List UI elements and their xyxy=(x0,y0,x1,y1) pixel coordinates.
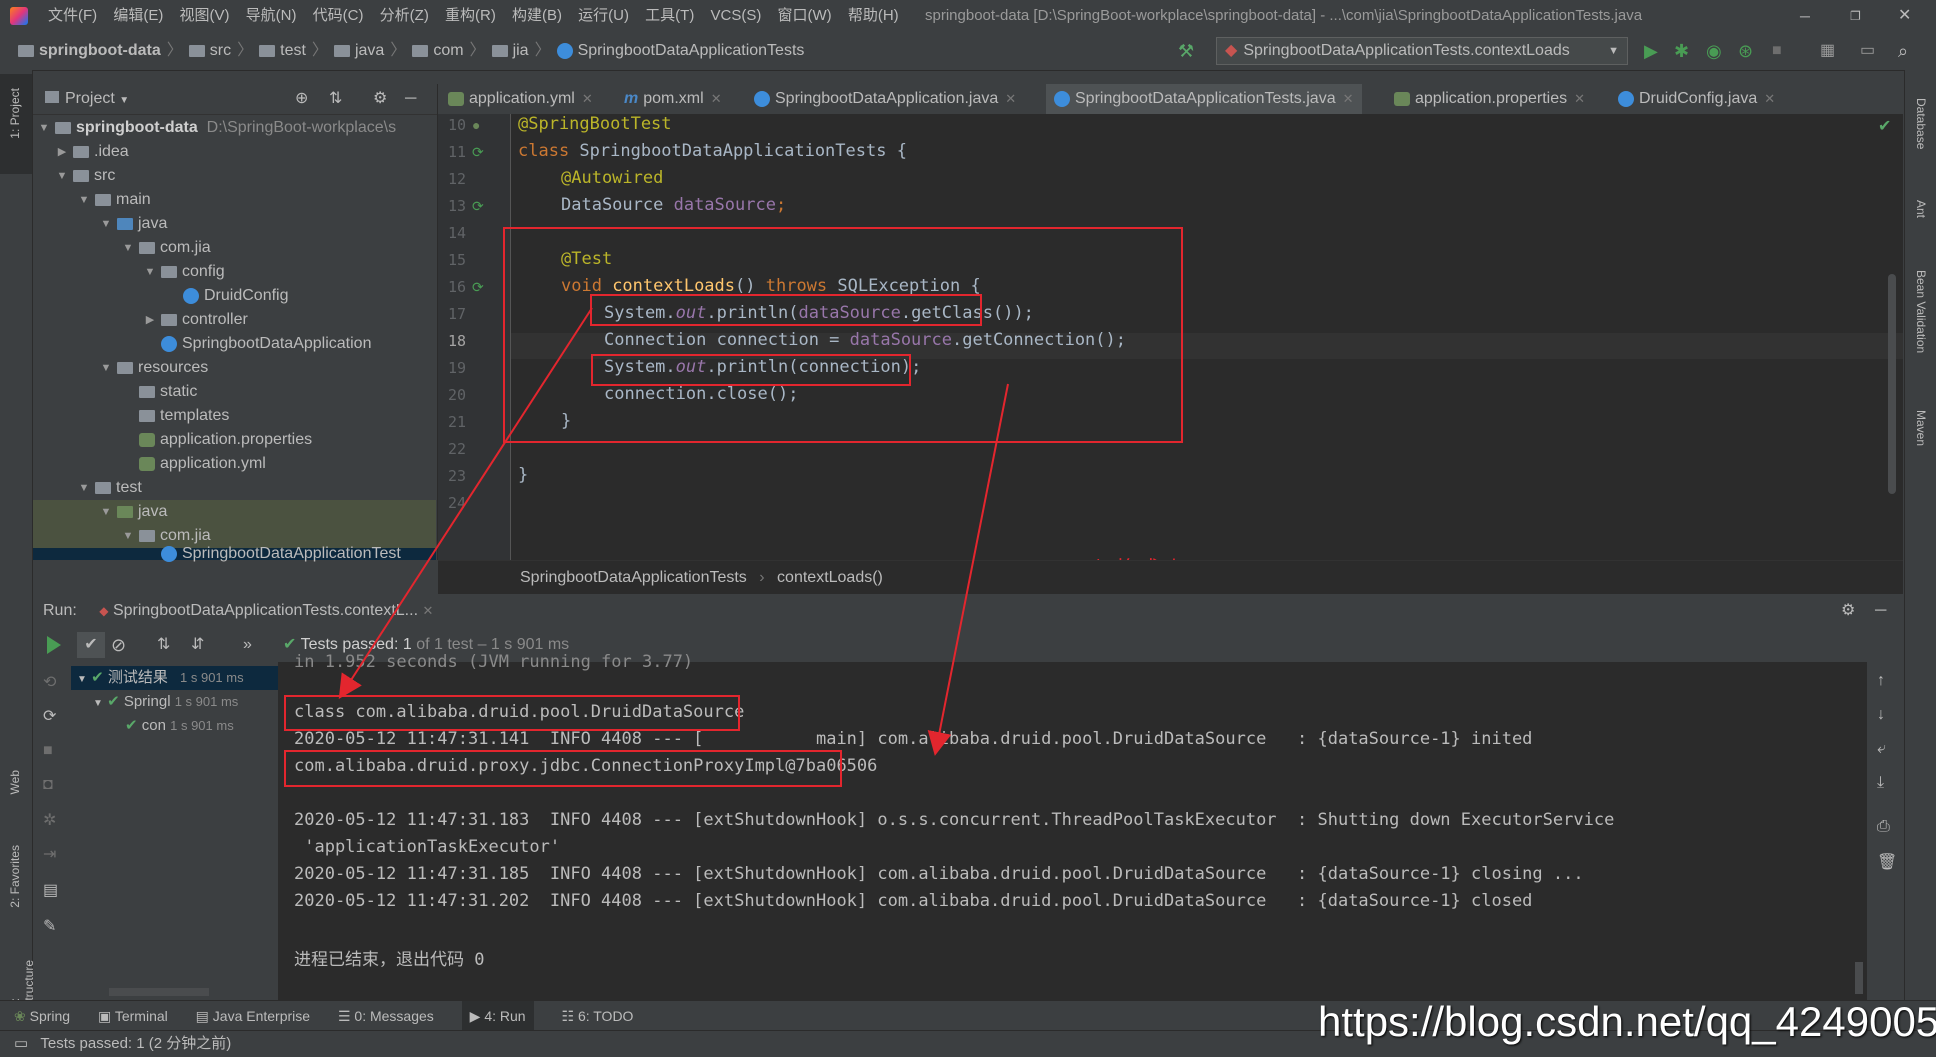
tool-tab-todo[interactable]: ☷ 6: TODO xyxy=(561,1001,633,1031)
tool-tab-run[interactable]: ▶ 4: Run xyxy=(461,1001,534,1031)
tool-tab-terminal[interactable]: ▣ Terminal xyxy=(98,1001,168,1031)
status-text: Tests passed: 1 (2 分钟之前) xyxy=(40,1035,232,1052)
tool-tab-label: Spring xyxy=(29,1008,71,1024)
status-layout-icon[interactable]: ▭ xyxy=(14,1035,28,1052)
spring-icon: ❀ xyxy=(14,1008,26,1024)
todo-icon: ☷ xyxy=(561,1008,575,1024)
watermark-text: https://blog.csdn.net/qq_42490050 xyxy=(1318,998,1936,1045)
tool-tab-spring[interactable]: ❀ Spring xyxy=(14,1001,70,1031)
tool-tab-label: 4: Run xyxy=(484,1008,526,1024)
tool-tab-java-enterprise[interactable]: ▤ Java Enterprise xyxy=(196,1001,310,1031)
arrow-connection-to-console xyxy=(927,383,1009,756)
tool-tab-label: Java Enterprise xyxy=(212,1008,311,1024)
annotation-arrows xyxy=(338,307,1009,756)
tool-tab-label: 6: TODO xyxy=(577,1008,634,1024)
run-icon: ▶ xyxy=(469,1008,481,1024)
tool-tab-messages[interactable]: ☰ 0: Messages xyxy=(338,1001,434,1031)
arrow-class-to-console xyxy=(338,307,593,700)
tool-tab-label: Terminal xyxy=(114,1008,168,1024)
java-enterprise-icon: ▤ xyxy=(195,1008,209,1024)
terminal-icon: ▣ xyxy=(97,1008,112,1024)
messages-icon: ☰ xyxy=(337,1008,351,1024)
tool-tab-label: 0: Messages xyxy=(354,1008,434,1024)
